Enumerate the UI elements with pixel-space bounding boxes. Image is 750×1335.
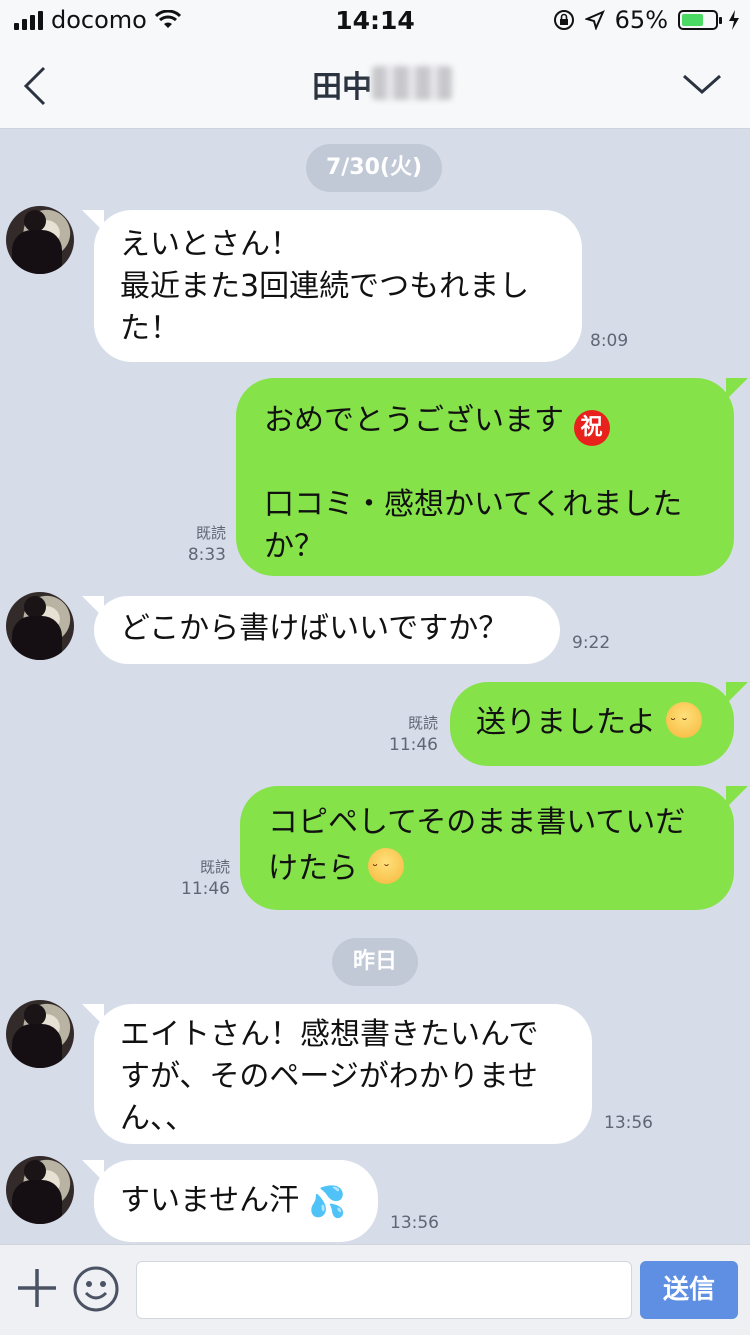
avatar[interactable] — [6, 206, 74, 274]
avatar[interactable] — [6, 1156, 74, 1224]
message-text: おめでとうございます — [264, 403, 564, 438]
relieved-face-emoji-icon — [367, 848, 404, 892]
chevron-left-icon[interactable] — [18, 64, 58, 108]
read-receipt: 既読 — [407, 714, 438, 732]
message-bubble-incoming[interactable]: どこから書けばいいですか？ — [94, 596, 560, 664]
message-text: すいません汗 — [120, 1183, 300, 1218]
sweat-droplets-emoji-icon: 💦 — [308, 1185, 347, 1220]
bubble-tail — [726, 786, 748, 808]
message-time: 9:22 — [572, 633, 611, 653]
message-text: えいとさん！ 最近また3回連続でつもれまし た！ — [120, 227, 530, 346]
charging-icon — [729, 10, 739, 30]
rotation-lock-icon — [553, 10, 574, 30]
message-bubble-incoming[interactable]: エイトさん！感想書きたいんで すが、そのページがわかりませ ん、、 — [94, 1004, 592, 1144]
message-text: 口コミ・感想かいてくれました か？ — [264, 487, 683, 564]
message-bubble-outgoing[interactable]: コピペしてそのまま書いていだ けたら — [240, 786, 734, 910]
message-text: けたら — [268, 851, 358, 886]
relieved-face-emoji-icon — [665, 702, 702, 746]
battery-percent: 65% — [614, 6, 668, 34]
message-bubble-incoming[interactable]: すいません汗 💦 — [94, 1160, 378, 1242]
date-separator: 7/30(火) — [306, 144, 442, 192]
message-text-line: けたら — [268, 848, 404, 892]
avatar[interactable] — [6, 1000, 74, 1068]
date-separator: 昨日 — [332, 938, 418, 986]
message-text: コピペしてそのまま書いていだ — [268, 805, 686, 840]
redacted-name — [372, 66, 452, 100]
message-text: どこから書けばいいですか？ — [120, 611, 509, 646]
avatar[interactable] — [6, 592, 74, 660]
chat-header: 田中 — [0, 40, 750, 129]
status-bar-right: 65% — [553, 6, 740, 34]
location-icon — [584, 10, 605, 30]
message-input[interactable] — [136, 1261, 632, 1319]
message-time: 11:46 — [181, 879, 230, 899]
chat-title: 田中 — [312, 70, 372, 105]
message-time: 13:56 — [390, 1213, 439, 1233]
message-bubble-outgoing[interactable]: 送りましたよ — [450, 682, 734, 766]
message-text-line: おめでとうございます 祝 — [264, 400, 610, 446]
read-receipt: 既読 — [199, 858, 230, 876]
message-bubble-outgoing[interactable]: おめでとうございます 祝 口コミ・感想かいてくれました か？ — [236, 378, 734, 576]
message-text-line: すいません汗 💦 — [120, 1180, 346, 1224]
battery-icon — [678, 10, 722, 30]
message-input-bar: 送信 — [0, 1244, 750, 1335]
message-time: 13:56 — [604, 1113, 653, 1133]
send-button[interactable]: 送信 — [640, 1261, 738, 1319]
message-bubble-incoming[interactable]: えいとさん！ 最近また3回連続でつもれまし た！ — [94, 210, 582, 362]
message-time: 11:46 — [389, 735, 438, 755]
emoji-icon[interactable] — [72, 1265, 120, 1313]
message-time: 8:09 — [590, 331, 629, 351]
message-time: 8:33 — [187, 545, 226, 565]
plus-icon[interactable] — [14, 1265, 60, 1311]
status-bar: docomo 14:14 65% — [0, 0, 750, 40]
bubble-tail — [726, 682, 748, 704]
message-text-line: 送りましたよ — [476, 702, 702, 746]
chevron-down-icon[interactable] — [680, 68, 724, 100]
message-text: 送りましたよ — [476, 705, 656, 740]
celebration-emoji-icon: 祝 — [573, 410, 610, 446]
bubble-tail — [726, 378, 748, 400]
read-receipt: 既読 — [195, 524, 226, 542]
message-text: エイトさん！感想書きたいんで すが、そのページがわかりませ ん、、 — [120, 1017, 539, 1136]
